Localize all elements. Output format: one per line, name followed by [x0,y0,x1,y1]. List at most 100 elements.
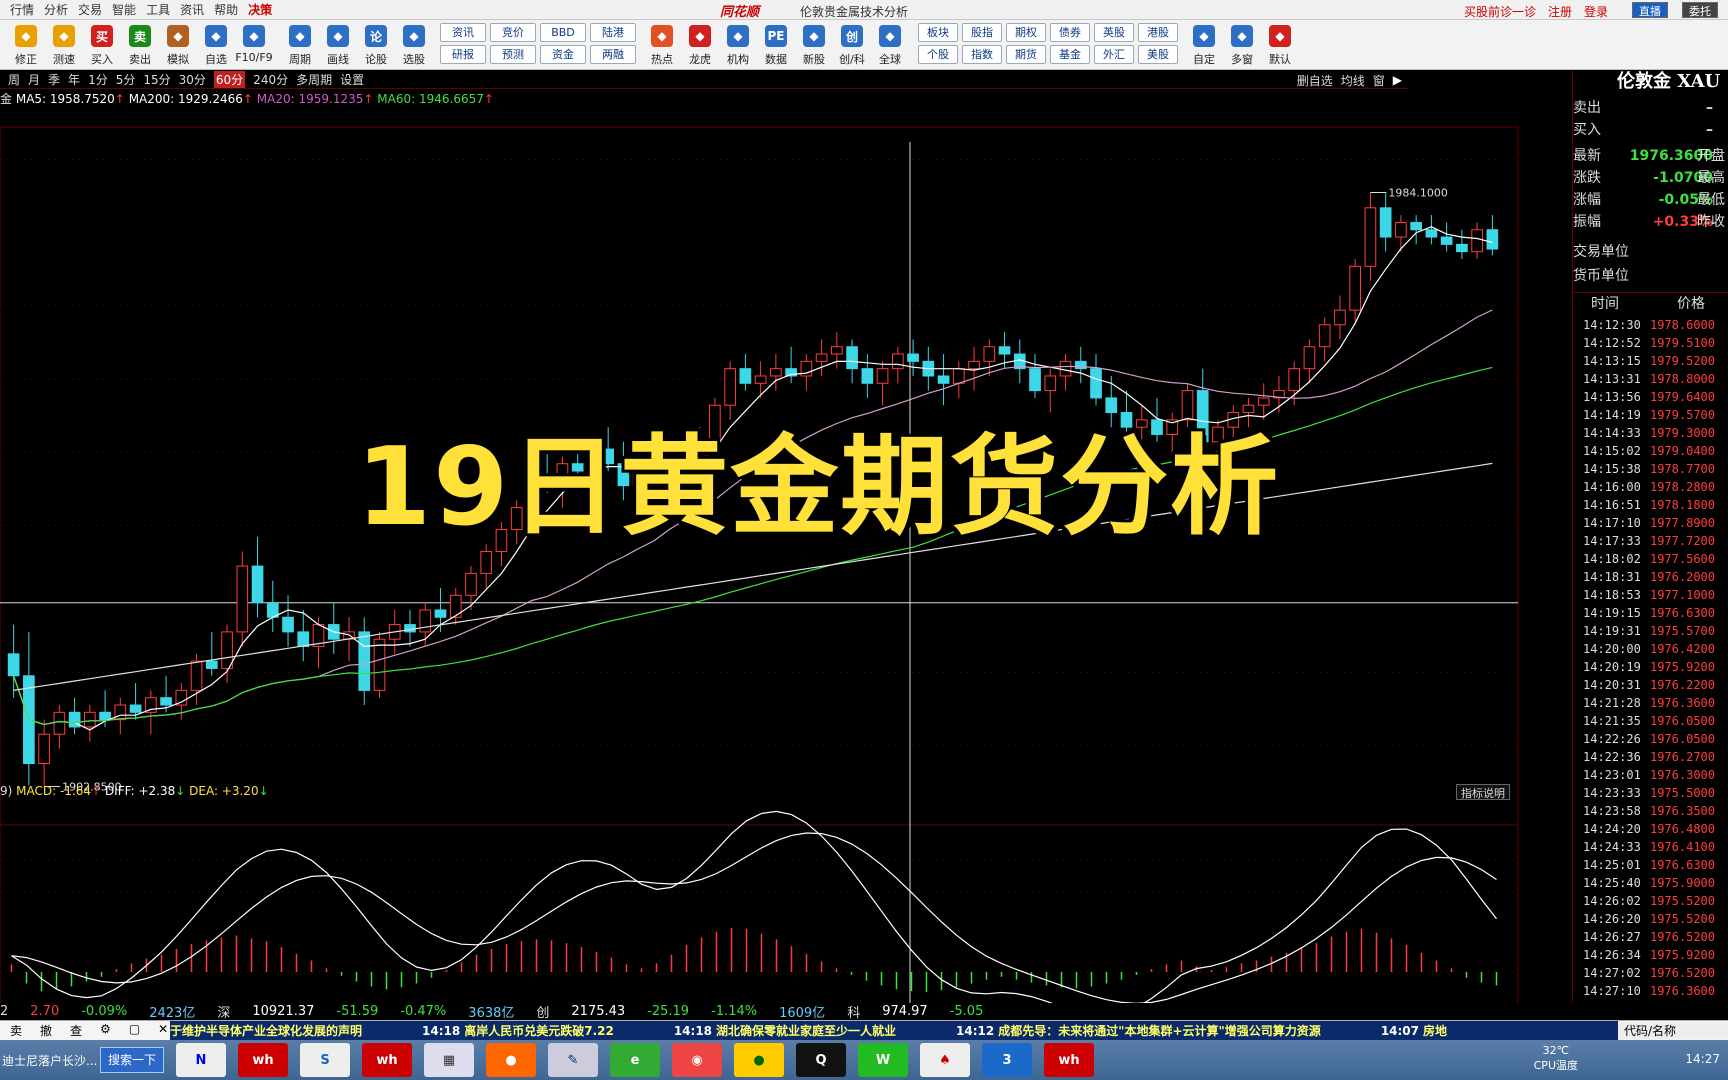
taskbar-app-icon[interactable]: Q [796,1043,846,1077]
remove-watchlist-button[interactable]: 删自选 [1297,72,1333,89]
period-tab[interactable]: 15分 [143,71,170,88]
tick-row[interactable]: 14:23:33 1975.5000 [1573,784,1728,802]
toolbar-pen-button[interactable]: ◆ 画线 [320,22,356,68]
news-item[interactable]: 14:07 房地 [1381,1024,1447,1038]
toolbar-grid-button[interactable]: 竞价 [490,23,536,42]
news-ticker[interactable]: 于维护半导体产业全球化发展的声明 14:18 离岸人民币兑美元跌破7.22 14:18… [170,1021,1618,1040]
kline-chart[interactable]: 1988.6131978.6871968.6261958.5661948.505… [0,89,1520,1080]
tick-row[interactable]: 14:18:53 1977.1000 [1573,586,1728,604]
menu-item-smart[interactable]: 智能 [112,1,136,18]
toolbar-star-button[interactable]: ◆ 自选 [198,22,234,68]
tick-row[interactable]: 14:18:31 1976.2000 [1573,568,1728,586]
menu-item-analysis[interactable]: 分析 [44,1,68,18]
collapse-panel-icon[interactable]: ▶ [1393,73,1402,87]
tick-row[interactable]: 14:18:02 1977.5600 [1573,550,1728,568]
toolbar-magnifier-button[interactable]: ◆ 选股 [396,22,432,68]
tick-row[interactable]: 14:20:31 1976.2200 [1573,676,1728,694]
tick-row[interactable]: 14:21:28 1976.3600 [1573,694,1728,712]
toolbar-new-stock-button[interactable]: ◆ 新股 [796,22,832,68]
toolbar-sell-button[interactable]: 卖卖出 [122,22,158,68]
news-item[interactable]: 14:12 成都先导：未来将通过"本地集群+云计算"增强公司算力资源 [956,1024,1321,1038]
tick-row[interactable]: 14:17:10 1977.8900 [1573,514,1728,532]
tick-row[interactable]: 14:24:33 1976.4100 [1573,838,1728,856]
toolbar-grid-button[interactable]: 美股 [1138,45,1178,64]
toolbar-f10-button[interactable]: ◆ F10/F9 [235,22,273,68]
tick-row[interactable]: 14:16:00 1978.2800 [1573,478,1728,496]
window-icon[interactable]: ▢ [129,1022,140,1039]
tick-list[interactable]: 14:12:30 1978.6000 14:12:52 1979.5100 14:13:… [1573,316,1728,1000]
menu-item-news[interactable]: 资讯 [180,1,204,18]
toolbar-buy-button[interactable]: 买买入 [84,22,120,68]
login-link[interactable]: 登录 [1584,3,1608,20]
taskbar-app-icon[interactable]: ◉ [672,1043,722,1077]
tick-row[interactable]: 14:23:01 1976.3000 [1573,766,1728,784]
toolbar-hot-button[interactable]: ◆ 热点 [644,22,680,68]
tick-row[interactable]: 14:26:27 1976.5200 [1573,928,1728,946]
code-search-input[interactable]: 代码/名称 [1618,1022,1728,1039]
tick-row[interactable]: 14:13:31 1978.8000 [1573,370,1728,388]
quick-query-button[interactable]: 查 [70,1022,82,1039]
tick-row[interactable]: 14:26:34 1975.9200 [1573,946,1728,964]
register-link[interactable]: 注册 [1548,3,1572,20]
menu-item-quotes[interactable]: 行情 [10,1,34,18]
toolbar-discuss-button[interactable]: 论论股 [358,22,394,68]
toolbar-grid-button[interactable]: 期货 [1006,45,1046,64]
tick-row[interactable]: 14:13:15 1979.5200 [1573,352,1728,370]
period-tab[interactable]: 年 [68,71,80,88]
live-button[interactable]: 直播 [1632,2,1668,18]
toolbar-grid-button[interactable]: 英股 [1094,23,1134,42]
toolbar-chuang-button[interactable]: 创创/科 [834,22,870,68]
taskbar-app-icon[interactable]: 3 [982,1043,1032,1077]
tick-row[interactable]: 14:21:35 1976.0500 [1573,712,1728,730]
tick-row[interactable]: 14:20:19 1975.9200 [1573,658,1728,676]
taskbar-app-icon[interactable]: ✎ [548,1043,598,1077]
toolbar-grid-button[interactable]: 期权 [1006,23,1046,42]
tick-row[interactable]: 14:24:20 1976.4800 [1573,820,1728,838]
tick-row[interactable]: 14:27:02 1976.5200 [1573,964,1728,982]
toolbar-hammer-button[interactable]: ◆ 模拟 [160,22,196,68]
entrust-button[interactable]: 委托 [1682,2,1718,18]
tick-row[interactable]: 14:14:33 1979.3000 [1573,424,1728,442]
toolbar-pe-button[interactable]: PE 数据 [758,22,794,68]
toolbar-grid-button[interactable]: 资讯 [440,23,486,42]
window-button[interactable]: 窗 [1373,72,1385,89]
taskbar-news-text[interactable]: 迪士尼落户长沙... [0,1052,100,1069]
toolbar-grid-button[interactable]: 研报 [440,45,486,64]
toolbar-bank-button[interactable]: ◆ 机构 [720,22,756,68]
close-icon[interactable]: ✕ [158,1022,168,1039]
toolbar-grid-button[interactable]: 个股 [918,45,958,64]
tick-row[interactable]: 14:12:52 1979.5100 [1573,334,1728,352]
taskbar-app-icon[interactable]: W [858,1043,908,1077]
settings-icon[interactable]: ⚙ [100,1022,111,1039]
news-item[interactable]: 于维护半导体产业全球化发展的声明 [170,1024,362,1038]
quick-cancel-button[interactable]: 撤 [40,1022,52,1039]
toolbar-clock-button[interactable]: ◆ 测速 [46,22,82,68]
toolbar-grid-button[interactable]: 指数 [962,45,1002,64]
tick-row[interactable]: 14:15:02 1979.0400 [1573,442,1728,460]
period-tab[interactable]: 月 [28,71,40,88]
menu-item-tools[interactable]: 工具 [146,1,170,18]
period-tab[interactable]: 60分 [213,71,246,88]
tick-row[interactable]: 14:19:31 1975.5700 [1573,622,1728,640]
tick-row[interactable]: 14:17:33 1977.7200 [1573,532,1728,550]
period-tab[interactable]: 多周期 [296,71,332,88]
taskbar-search-button[interactable]: 搜索一下 [100,1047,164,1073]
toolbar-grid-button[interactable]: 资金 [540,45,586,64]
toolbar-grid-button[interactable]: 陆港 [590,23,636,42]
toolbar-grid-button[interactable]: 外汇 [1094,45,1134,64]
toolbar-home-button[interactable]: ◆ 默认 [1262,22,1298,68]
tick-row[interactable]: 14:13:56 1979.6400 [1573,388,1728,406]
news-item[interactable]: 14:18 湖北确保零就业家庭至少一人就业 [674,1024,896,1038]
indicator-help-button[interactable]: 指标说明 [1456,784,1510,800]
tick-row[interactable]: 14:25:40 1975.9000 [1573,874,1728,892]
menu-item-help[interactable]: 帮助 [214,1,238,18]
period-tab[interactable]: 季 [48,71,60,88]
toolbar-grid-button[interactable]: 股指 [962,23,1002,42]
menu-item-trade[interactable]: 交易 [78,1,102,18]
tick-row[interactable]: 14:26:02 1975.5200 [1573,892,1728,910]
period-tab[interactable]: 240分 [253,71,288,88]
toolbar-multi-window-button[interactable]: ◆ 多窗 [1224,22,1260,68]
toolbar-grid-button[interactable]: BBD [540,23,586,42]
tick-row[interactable]: 14:22:26 1976.0500 [1573,730,1728,748]
tick-row[interactable]: 14:25:01 1976.6300 [1573,856,1728,874]
